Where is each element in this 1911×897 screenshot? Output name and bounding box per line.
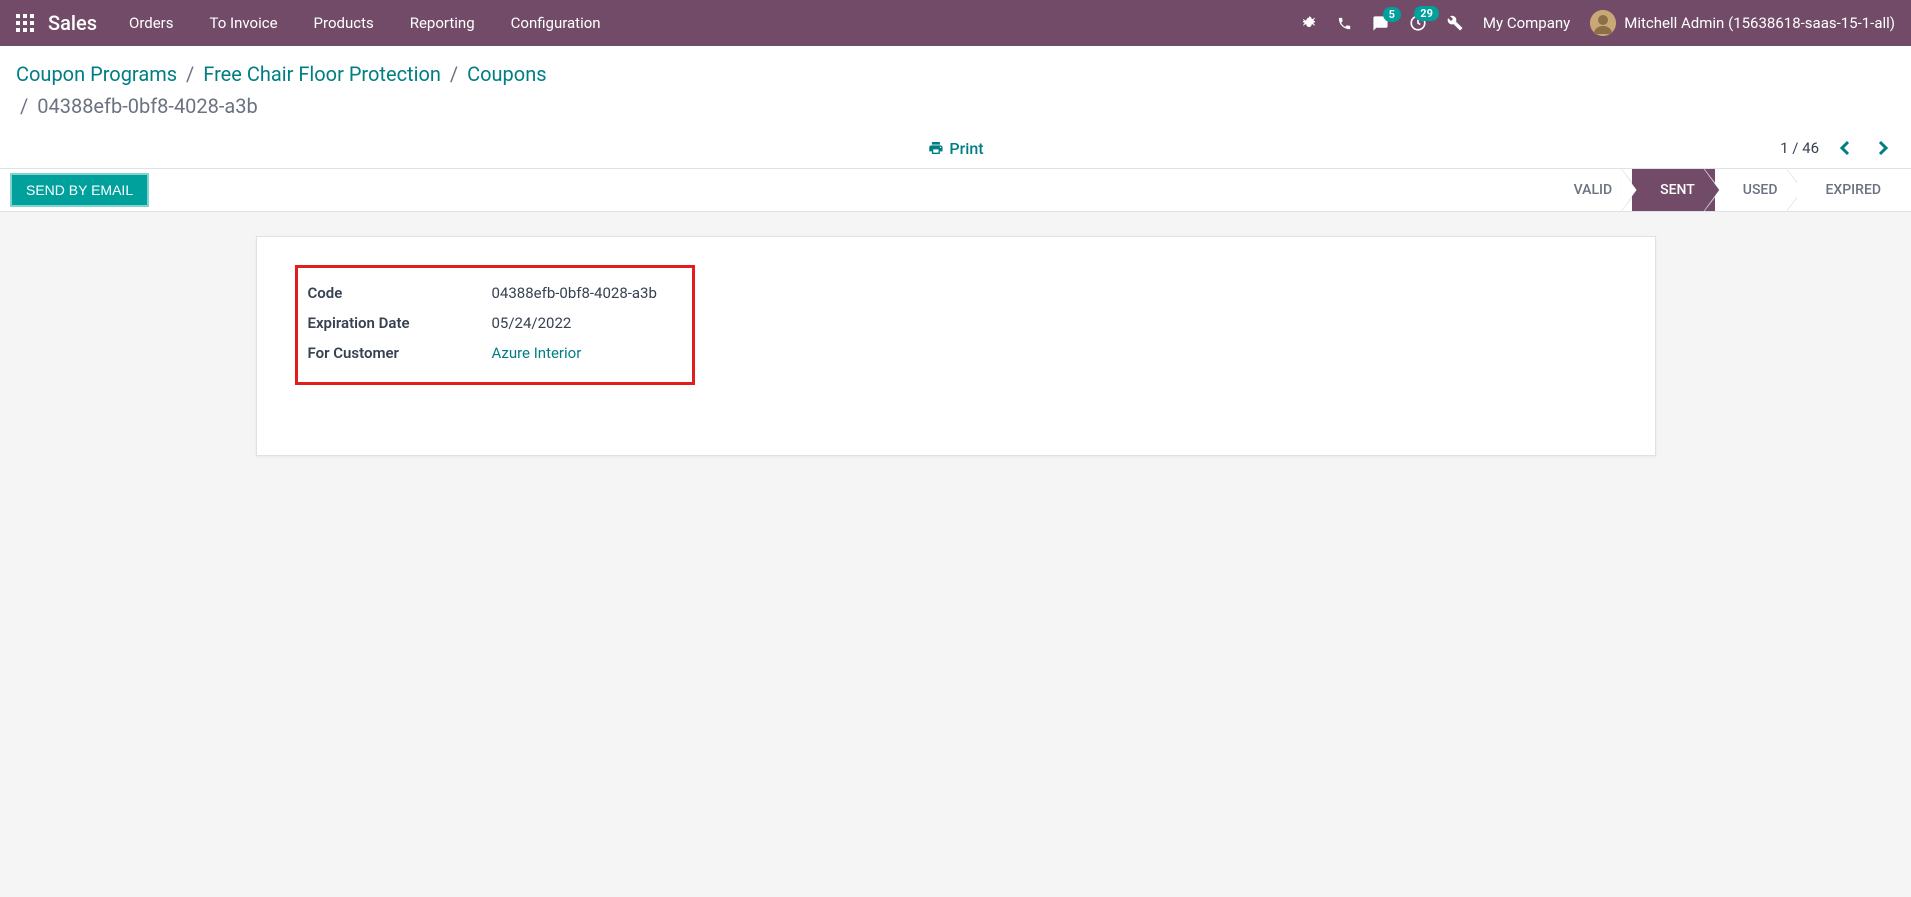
debug-icon[interactable]	[1301, 15, 1317, 31]
status-steps: VALID SENT USED EXPIRED	[1546, 169, 1901, 211]
customer-value[interactable]: Azure Interior	[492, 344, 582, 362]
messages-badge: 5	[1383, 7, 1401, 22]
top-navbar: Sales Orders To Invoice Products Reporti…	[0, 0, 1911, 46]
menu-orders[interactable]: Orders	[129, 14, 174, 32]
field-code: Code 04388efb-0bf8-4028-a3b	[298, 278, 692, 308]
breadcrumb-coupons[interactable]: Coupons	[467, 62, 546, 86]
menu-products[interactable]: Products	[314, 14, 374, 32]
statusbar: SEND BY EMAIL VALID SENT USED EXPIRED	[0, 168, 1911, 212]
menu-reporting[interactable]: Reporting	[410, 14, 475, 32]
pager: 1 / 46	[1780, 138, 1895, 158]
status-step-sent[interactable]: SENT	[1632, 169, 1715, 211]
form-container: Code 04388efb-0bf8-4028-a3b Expiration D…	[0, 212, 1911, 480]
user-menu[interactable]: Mitchell Admin (15638618-saas-15-1-all)	[1590, 10, 1895, 36]
breadcrumb-current: 04388efb-0bf8-4028-a3b	[37, 94, 258, 118]
print-button[interactable]: Print	[927, 139, 983, 158]
code-value: 04388efb-0bf8-4028-a3b	[492, 284, 657, 302]
activities-icon[interactable]: 29	[1409, 14, 1427, 32]
apps-menu-icon[interactable]	[16, 14, 34, 32]
navbar-menu: Orders To Invoice Products Reporting Con…	[129, 14, 601, 32]
pager-text: 1 / 46	[1780, 139, 1819, 157]
status-step-expired[interactable]: EXPIRED	[1797, 169, 1901, 211]
form-sheet: Code 04388efb-0bf8-4028-a3b Expiration D…	[256, 236, 1656, 456]
expiration-label: Expiration Date	[308, 314, 492, 332]
content-header: Coupon Programs / Free Chair Floor Prote…	[0, 46, 1911, 132]
breadcrumb-coupon-programs[interactable]: Coupon Programs	[16, 62, 177, 86]
customer-label: For Customer	[308, 344, 492, 362]
status-step-used[interactable]: USED	[1715, 169, 1798, 211]
pager-next[interactable]	[1871, 138, 1895, 158]
user-name: Mitchell Admin (15638618-saas-15-1-all)	[1624, 14, 1895, 32]
status-step-valid[interactable]: VALID	[1546, 169, 1632, 211]
menu-to-invoice[interactable]: To Invoice	[210, 14, 278, 32]
breadcrumb-separator: /	[20, 94, 28, 118]
code-label: Code	[308, 284, 492, 302]
pager-prev[interactable]	[1833, 138, 1857, 158]
messages-icon[interactable]: 5	[1372, 15, 1389, 32]
tools-icon[interactable]	[1447, 15, 1463, 31]
expiration-value: 05/24/2022	[492, 314, 572, 332]
breadcrumb-program-name[interactable]: Free Chair Floor Protection	[203, 62, 441, 86]
send-by-email-button[interactable]: SEND BY EMAIL	[10, 173, 149, 207]
field-expiration: Expiration Date 05/24/2022	[298, 308, 692, 338]
navbar-right: 5 29 My Company Mitchell Admin (15638618…	[1301, 10, 1895, 36]
breadcrumb-separator: /	[186, 62, 194, 86]
company-switcher[interactable]: My Company	[1483, 14, 1570, 32]
avatar	[1590, 10, 1616, 36]
toolbar-row: Print 1 / 46	[0, 132, 1911, 168]
phone-icon[interactable]	[1337, 16, 1352, 31]
field-customer: For Customer Azure Interior	[298, 338, 692, 368]
print-icon	[927, 140, 943, 156]
breadcrumb-separator: /	[450, 62, 458, 86]
highlighted-fields-box: Code 04388efb-0bf8-4028-a3b Expiration D…	[295, 265, 695, 385]
activities-badge: 29	[1414, 6, 1439, 21]
breadcrumb: Coupon Programs / Free Chair Floor Prote…	[16, 58, 1895, 122]
menu-configuration[interactable]: Configuration	[511, 14, 601, 32]
app-brand[interactable]: Sales	[48, 11, 97, 35]
print-label: Print	[949, 139, 983, 158]
